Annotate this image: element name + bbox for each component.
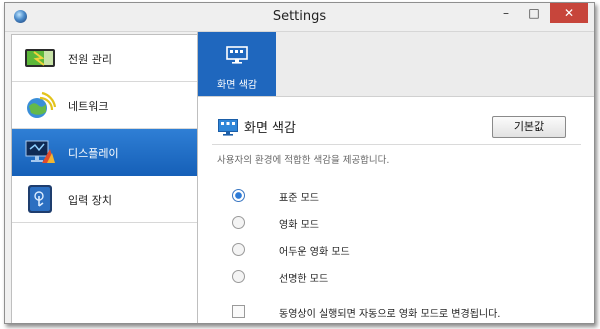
section-description: 사용자의 환경에 적합한 색감을 제공합니다. (217, 155, 390, 166)
tab-label: 화면 색감 (217, 80, 257, 91)
sidebar-item-display[interactable]: 디스플레이 (12, 129, 197, 176)
sidebar-item-label: 네트워크 (68, 100, 109, 113)
divider (212, 144, 581, 145)
content-panel: 화면 색감 화면 색감 기본값 사용자의 환경에 적합한 색감을 제공합니다. … (197, 32, 594, 323)
screen-color-icon (218, 119, 238, 136)
wifi-globe-icon (27, 91, 56, 118)
minimize-button[interactable]: – (493, 3, 519, 23)
radio-button[interactable] (232, 270, 245, 283)
tab-screen-color[interactable]: 화면 색감 (198, 32, 276, 96)
auto-movie-checkbox[interactable] (232, 305, 245, 318)
radio-label: 영화 모드 (279, 220, 319, 231)
radio-button[interactable] (232, 216, 245, 229)
section-title: 화면 색감 (244, 121, 296, 136)
sidebar-item-label: 전원 관리 (68, 53, 112, 66)
settings-window: Settings – □ ✕ 전원 관리 네트워크 디스플레이 입력 장치 화면… (4, 2, 595, 324)
display-icon (25, 140, 55, 163)
monitor-icon (226, 46, 248, 64)
sidebar-item-power[interactable]: 전원 관리 (12, 35, 197, 82)
radio-button[interactable] (232, 189, 245, 202)
default-button[interactable]: 기본값 (492, 116, 566, 138)
radio-label: 어두운 영화 모드 (279, 247, 350, 258)
battery-icon (25, 49, 55, 67)
sidebar-item-label: 디스플레이 (68, 147, 119, 160)
sidebar: 전원 관리 네트워크 디스플레이 입력 장치 (11, 34, 198, 323)
radio-button[interactable] (232, 243, 245, 256)
checkbox-label: 동영상이 실행되면 자동으로 영화 모드로 변경됩니다. (279, 309, 501, 320)
title-bar: Settings – □ ✕ (5, 3, 594, 32)
close-button[interactable]: ✕ (550, 3, 588, 23)
maximize-button[interactable]: □ (521, 3, 547, 23)
radio-label: 표준 모드 (279, 193, 319, 204)
sidebar-item-label: 입력 장치 (68, 194, 112, 207)
sidebar-item-input[interactable]: 입력 장치 (12, 176, 197, 223)
radio-label: 선명한 모드 (279, 274, 329, 285)
ribbon: 화면 색감 (198, 32, 594, 97)
touch-input-icon (28, 185, 52, 213)
sidebar-item-network[interactable]: 네트워크 (12, 82, 197, 129)
